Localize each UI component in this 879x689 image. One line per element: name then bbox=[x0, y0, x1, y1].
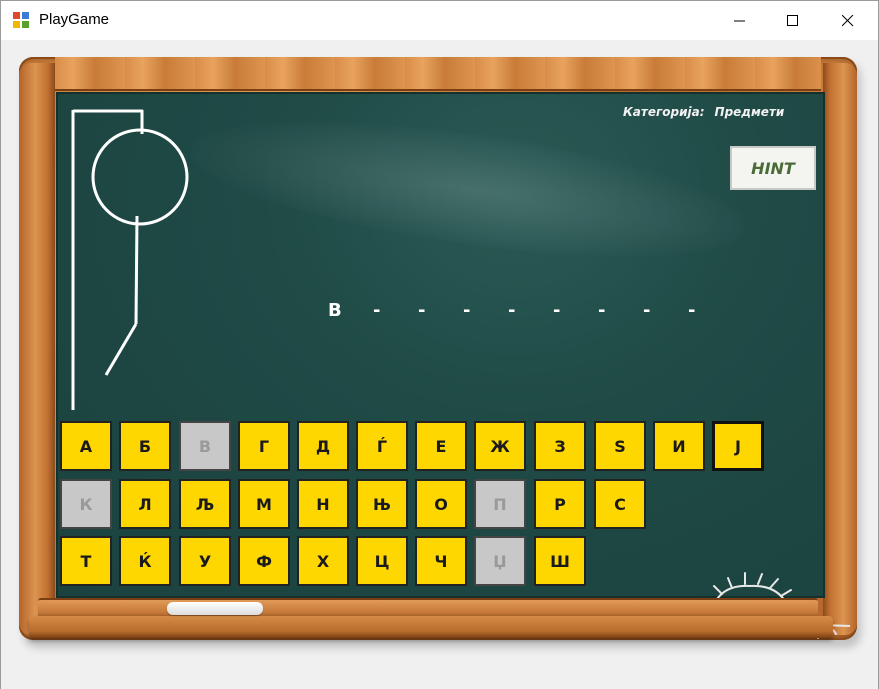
category-label: Категорија: bbox=[623, 105, 705, 119]
letter-key[interactable]: Г bbox=[238, 421, 290, 471]
letter-key[interactable]: Ѓ bbox=[356, 421, 408, 471]
letter-key[interactable]: Е bbox=[415, 421, 467, 471]
category-value: Предмети bbox=[714, 105, 785, 119]
close-icon bbox=[842, 14, 854, 26]
maximize-button[interactable] bbox=[770, 1, 816, 40]
title-bar[interactable]: PlayGame bbox=[1, 1, 878, 40]
letter-key[interactable]: Ќ bbox=[119, 536, 171, 586]
letter-key[interactable]: Ј bbox=[712, 421, 764, 471]
close-button[interactable] bbox=[825, 1, 871, 40]
letter-key[interactable]: Х bbox=[297, 536, 349, 586]
letter-key[interactable]: Р bbox=[534, 479, 586, 529]
letter-key[interactable]: Ц bbox=[356, 536, 408, 586]
chalk-stick bbox=[167, 602, 263, 615]
word-slot: - bbox=[373, 300, 381, 321]
hangman-drawing bbox=[71, 109, 189, 410]
letter-key[interactable]: Ѕ bbox=[594, 421, 646, 471]
word-display: В - - - - - - - - bbox=[328, 300, 733, 321]
letter-key[interactable]: В bbox=[179, 421, 231, 471]
letter-key[interactable]: С bbox=[594, 479, 646, 529]
hint-button[interactable]: HINT bbox=[730, 146, 816, 190]
hangman-leg bbox=[104, 323, 138, 376]
word-slot: - bbox=[418, 300, 426, 321]
chalk-ledge-front bbox=[29, 616, 833, 638]
letter-key[interactable]: М bbox=[238, 479, 290, 529]
letter-key[interactable]: К bbox=[60, 479, 112, 529]
letter-key[interactable]: У bbox=[179, 536, 231, 586]
word-slot: - bbox=[688, 300, 696, 321]
app-icon bbox=[13, 12, 30, 29]
word-slot: - bbox=[598, 300, 606, 321]
maximize-icon bbox=[787, 14, 798, 26]
chalk-smudge bbox=[183, 95, 753, 283]
playgame-window: PlayGame Категорија: Предмети HINT В - -… bbox=[0, 0, 879, 689]
letter-key[interactable]: З bbox=[534, 421, 586, 471]
minimize-icon bbox=[734, 20, 745, 21]
word-slot: - bbox=[643, 300, 651, 321]
category-display: Категорија: Предмети bbox=[623, 105, 784, 119]
frame-top-edge bbox=[55, 57, 821, 91]
window-title: PlayGame bbox=[39, 11, 110, 28]
letter-key[interactable]: И bbox=[653, 421, 705, 471]
letter-key[interactable]: Ч bbox=[415, 536, 467, 586]
letter-key[interactable]: П bbox=[474, 479, 526, 529]
letter-key[interactable]: О bbox=[415, 479, 467, 529]
letter-keyboard: АБВГДЃЕЖЗЅИЈ КЛЉМНЊОПРС ТЌУФХЦЧЏШ bbox=[60, 421, 780, 591]
letter-key[interactable]: Џ bbox=[474, 536, 526, 586]
letter-key[interactable]: Љ bbox=[179, 479, 231, 529]
letter-key[interactable]: Ж bbox=[474, 421, 526, 471]
letter-key[interactable]: Б bbox=[119, 421, 171, 471]
letter-key[interactable]: Ф bbox=[238, 536, 290, 586]
letter-key[interactable]: Ш bbox=[534, 536, 586, 586]
hint-label: HINT bbox=[751, 158, 795, 178]
word-slot: - bbox=[553, 300, 561, 321]
client-area: Категорија: Предмети HINT В - - - - - - … bbox=[1, 41, 878, 689]
frame-left-edge bbox=[19, 63, 55, 635]
hangman-head bbox=[91, 128, 189, 226]
word-slot: В bbox=[328, 300, 342, 321]
letter-key[interactable]: Т bbox=[60, 536, 112, 586]
frame-right-edge bbox=[823, 63, 857, 635]
minimize-button[interactable] bbox=[717, 1, 763, 40]
letter-key[interactable]: Л bbox=[119, 479, 171, 529]
word-slot: - bbox=[508, 300, 516, 321]
letter-key[interactable]: Н bbox=[297, 479, 349, 529]
letter-key[interactable]: Д bbox=[297, 421, 349, 471]
hangman-body bbox=[134, 215, 139, 325]
word-slot: - bbox=[463, 300, 471, 321]
letter-key[interactable]: А bbox=[60, 421, 112, 471]
letter-key[interactable]: Њ bbox=[356, 479, 408, 529]
